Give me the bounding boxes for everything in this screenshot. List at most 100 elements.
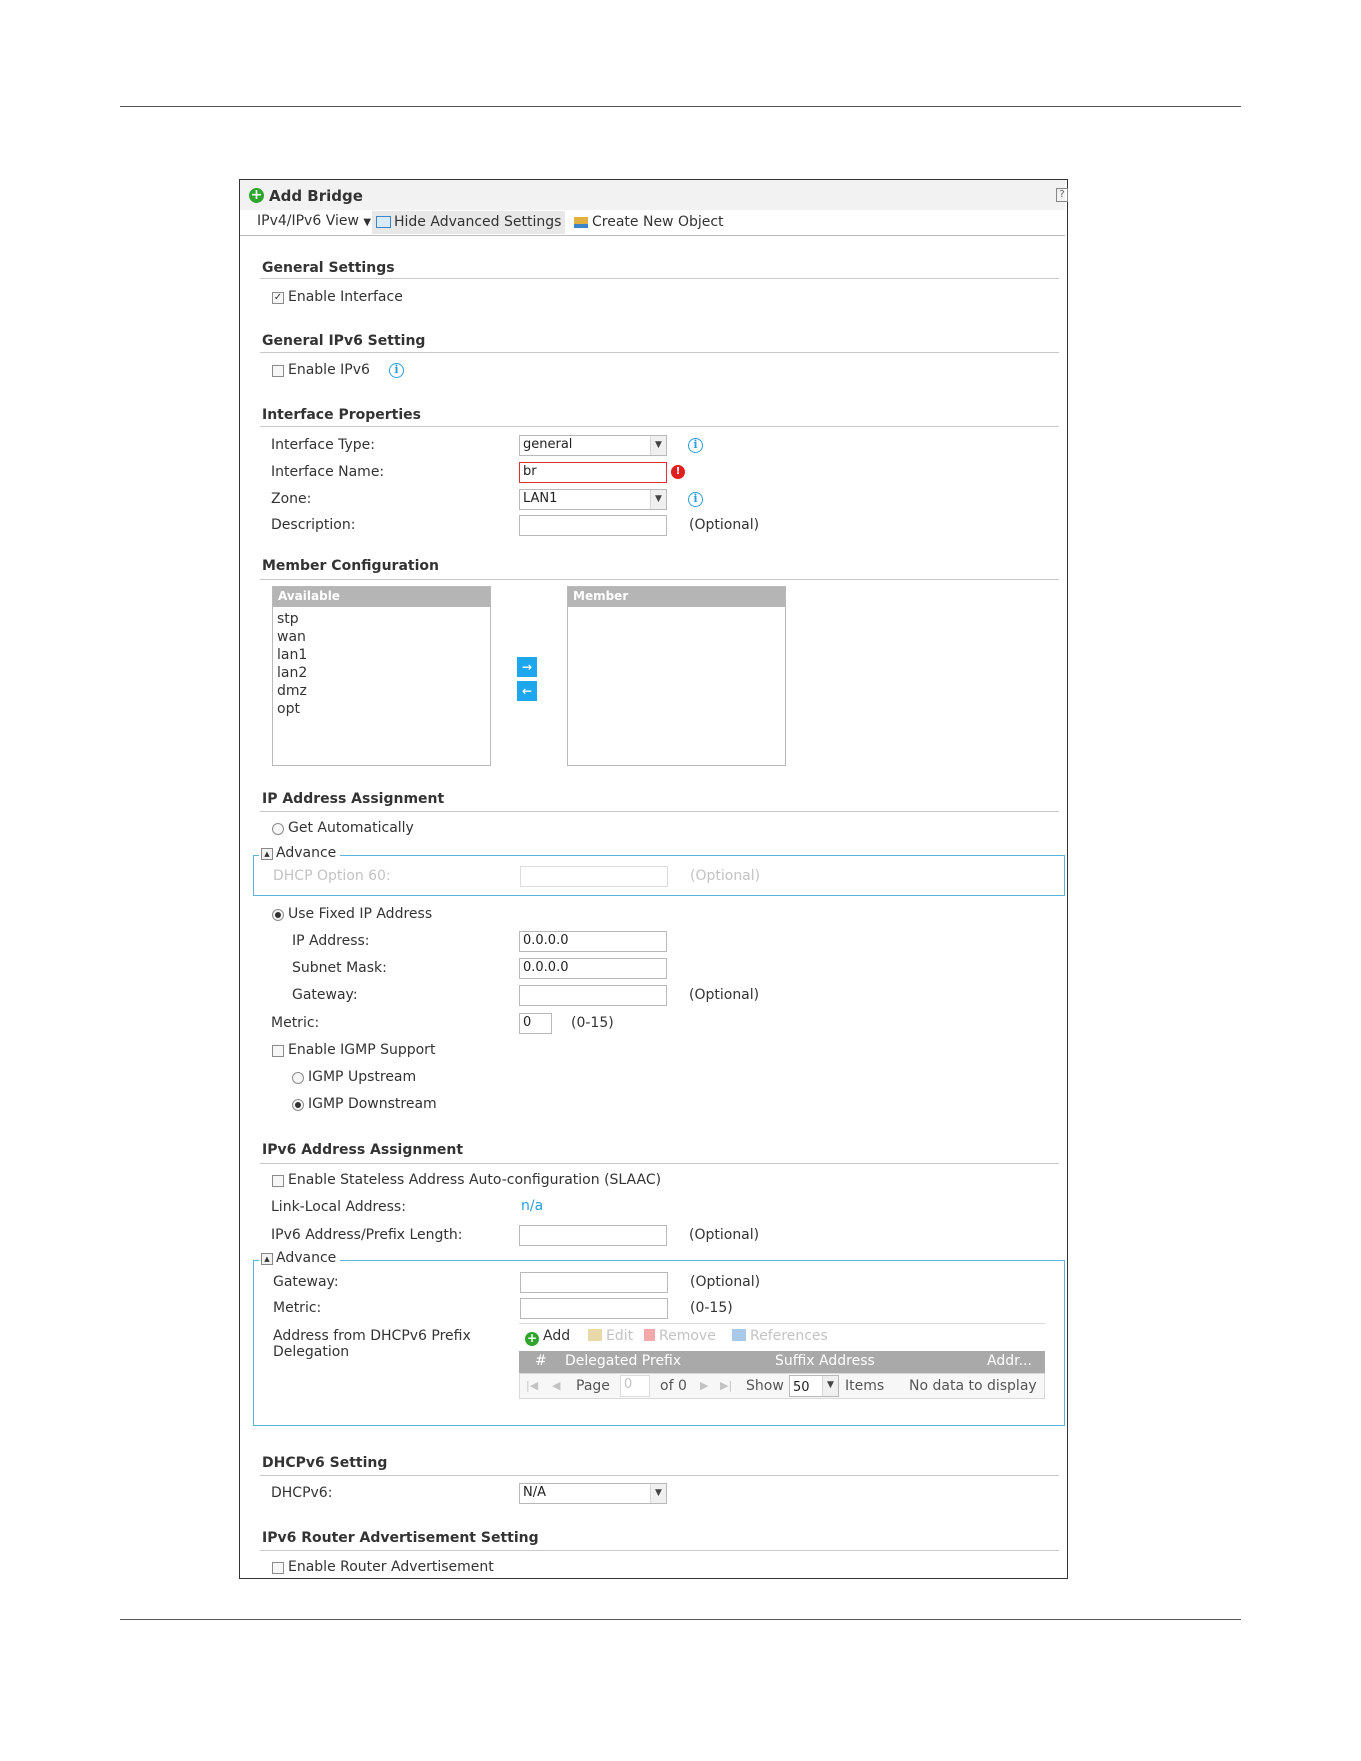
grid-column-header[interactable]: Delegated Prefix xyxy=(565,1353,681,1369)
grid-pager: |◀ ◀ Page 0 of 0 ▶ ▶| Show 50 ▼ Items No … xyxy=(519,1373,1045,1399)
get-automatically-radio[interactable] xyxy=(272,823,284,835)
section-divider xyxy=(260,1550,1059,1551)
list-item[interactable]: stp xyxy=(273,610,490,628)
member-list[interactable]: Member xyxy=(567,586,786,766)
prev-page-icon[interactable]: ◀ xyxy=(552,1379,560,1392)
ipv6-advance-toggle[interactable]: ▲ Advance xyxy=(259,1250,341,1266)
view-menu-label: IPv4/IPv6 View xyxy=(257,213,359,229)
optional-hint: (Optional) xyxy=(689,1227,760,1243)
ipv6-gateway-label: Gateway: xyxy=(273,1274,339,1290)
interface-type-label: Interface Type: xyxy=(271,437,376,453)
next-page-icon[interactable]: ▶ xyxy=(700,1379,708,1392)
grid-references-button[interactable]: References xyxy=(732,1328,828,1344)
page-size-value: 50 xyxy=(793,1380,810,1395)
available-list-header: Available xyxy=(273,587,490,607)
page-of-label: of 0 xyxy=(660,1378,687,1394)
page-size-select[interactable]: 50 ▼ xyxy=(789,1375,839,1397)
interface-name-input[interactable]: br xyxy=(519,462,667,483)
create-object-button[interactable]: Create New Object xyxy=(571,211,741,234)
help-icon[interactable]: ? xyxy=(1056,188,1068,202)
view-menu[interactable]: IPv4/IPv6 View ▼ xyxy=(257,213,371,229)
enable-slaac-checkbox[interactable] xyxy=(272,1175,284,1187)
description-label: Description: xyxy=(271,517,356,533)
ip-address-input[interactable]: 0.0.0.0 xyxy=(519,931,667,952)
grid-add-label: Add xyxy=(543,1328,571,1344)
dhcp-option-60-input[interactable] xyxy=(520,866,668,887)
igmp-upstream-radio[interactable] xyxy=(292,1072,304,1084)
settings-window-icon xyxy=(376,216,391,228)
grid-column-header[interactable]: Addr... xyxy=(987,1353,1032,1369)
caret-down-icon: ▼ xyxy=(363,217,372,228)
page-input[interactable]: 0 xyxy=(620,1375,650,1397)
zone-select[interactable]: LAN1 ▼ xyxy=(519,489,667,510)
page-label: Page xyxy=(576,1378,610,1394)
grid-column-header[interactable]: Suffix Address xyxy=(775,1353,875,1369)
gateway-input[interactable] xyxy=(519,985,667,1006)
list-item[interactable]: opt xyxy=(273,700,490,718)
grid-column-header[interactable]: # xyxy=(535,1353,547,1369)
grid-header: # Delegated Prefix Suffix Address Addr..… xyxy=(519,1351,1045,1373)
enable-router-advertisement-checkbox[interactable] xyxy=(272,1562,284,1574)
advance-label: Advance xyxy=(276,1250,337,1266)
ipv6-prefix-label: IPv6 Address/Prefix Length: xyxy=(271,1227,463,1243)
move-right-button[interactable]: → xyxy=(517,657,537,677)
list-item[interactable]: lan1 xyxy=(273,646,490,664)
hide-advanced-button[interactable]: Hide Advanced Settings xyxy=(372,211,565,234)
section-divider xyxy=(260,352,1059,353)
interface-type-select[interactable]: general ▼ xyxy=(519,435,667,456)
enable-igmp-label: Enable IGMP Support xyxy=(288,1042,436,1058)
info-icon[interactable]: i xyxy=(389,363,404,378)
optional-hint: (Optional) xyxy=(690,1274,761,1290)
metric-input[interactable]: 0 xyxy=(519,1013,552,1034)
dialog-title-bar: + Add Bridge ? xyxy=(240,180,1068,210)
available-list[interactable]: Available stp wan lan1 lan2 dmz opt xyxy=(272,586,491,766)
grid-remove-button[interactable]: Remove xyxy=(644,1328,716,1344)
section-divider xyxy=(260,811,1059,812)
metric-label: Metric: xyxy=(271,1015,320,1031)
chevron-down-icon: ▼ xyxy=(650,1484,666,1503)
delegation-grid: + Add Edit Remove References # Delegated … xyxy=(519,1323,1045,1410)
subnet-mask-input[interactable]: 0.0.0.0 xyxy=(519,958,667,979)
section-router-advertisement: IPv6 Router Advertisement Setting xyxy=(262,1530,539,1546)
ipv6-gateway-input[interactable] xyxy=(520,1272,668,1293)
section-divider xyxy=(260,278,1059,279)
igmp-downstream-radio[interactable] xyxy=(292,1099,304,1111)
enable-igmp-checkbox[interactable] xyxy=(272,1045,284,1057)
info-icon[interactable]: i xyxy=(688,492,703,507)
grid-edit-button[interactable]: Edit xyxy=(588,1328,633,1344)
use-fixed-ip-label: Use Fixed IP Address xyxy=(288,906,433,922)
page-top-rule xyxy=(120,106,1241,107)
dhcpv6-value: N/A xyxy=(523,1485,546,1500)
optional-hint: (Optional) xyxy=(690,868,761,884)
link-local-value: n/a xyxy=(521,1198,544,1214)
section-divider xyxy=(260,426,1059,427)
description-input[interactable] xyxy=(519,515,667,536)
ipv6-metric-input[interactable] xyxy=(520,1298,668,1319)
zone-value: LAN1 xyxy=(523,491,558,506)
dhcp-option-60-label: DHCP Option 60: xyxy=(273,868,391,884)
ipv4-advance-toggle[interactable]: ▲ Advance xyxy=(259,845,341,861)
first-page-icon[interactable]: |◀ xyxy=(526,1379,538,1392)
add-icon: + xyxy=(525,1331,539,1346)
list-item[interactable]: wan xyxy=(273,628,490,646)
advance-label: Advance xyxy=(276,845,337,861)
last-page-icon[interactable]: ▶| xyxy=(720,1379,732,1392)
list-item[interactable]: dmz xyxy=(273,682,490,700)
chevron-down-icon: ▼ xyxy=(650,490,666,509)
dhcpv6-select[interactable]: N/A ▼ xyxy=(519,1483,667,1504)
list-item[interactable]: lan2 xyxy=(273,664,490,682)
edit-icon xyxy=(588,1329,602,1341)
enable-interface-label: Enable Interface xyxy=(288,289,403,305)
grid-add-button[interactable]: + Add xyxy=(525,1328,570,1346)
move-left-button[interactable]: ← xyxy=(517,681,537,701)
ipv6-prefix-input[interactable] xyxy=(519,1225,667,1246)
enable-router-advertisement-label: Enable Router Advertisement xyxy=(288,1559,494,1575)
items-label: Items xyxy=(845,1378,885,1394)
enable-ipv6-label: Enable IPv6 xyxy=(288,362,370,378)
use-fixed-ip-radio[interactable] xyxy=(272,909,284,921)
empty-grid-message: No data to display xyxy=(909,1378,1037,1394)
enable-interface-checkbox[interactable]: ✓ xyxy=(272,292,284,304)
enable-ipv6-checkbox[interactable] xyxy=(272,365,284,377)
info-icon[interactable]: i xyxy=(688,438,703,453)
member-list-header: Member xyxy=(568,587,785,607)
